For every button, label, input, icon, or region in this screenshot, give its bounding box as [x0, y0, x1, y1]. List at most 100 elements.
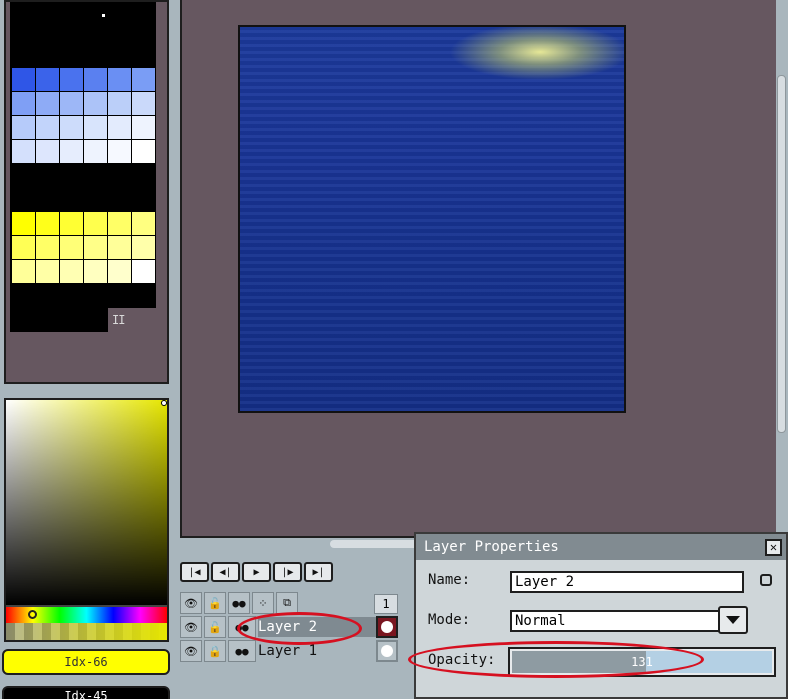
last-frame-button[interactable]: ▶|: [304, 562, 333, 582]
palette-selection-dot: [102, 14, 105, 17]
lock-icon[interactable]: 🔒: [204, 640, 226, 662]
play-button[interactable]: ▶: [242, 562, 271, 582]
palette-swatch[interactable]: [60, 140, 83, 163]
palette-swatch[interactable]: [132, 212, 155, 235]
palette-swatch[interactable]: [108, 260, 131, 283]
hue-slider-handle[interactable]: [28, 610, 37, 619]
first-frame-icon: |◀: [188, 566, 201, 578]
saturation-value-marker[interactable]: [161, 400, 167, 406]
palette-swatch[interactable]: [84, 68, 107, 91]
name-option-toggle[interactable]: [760, 574, 772, 586]
palette-swatch[interactable]: [36, 92, 59, 115]
blend-mode-select[interactable]: Normal: [510, 610, 720, 632]
palette-swatch[interactable]: [36, 236, 59, 259]
palette-swatch[interactable]: [132, 236, 155, 259]
visibility-all-icon[interactable]: 👁: [180, 592, 202, 614]
palette-swatch[interactable]: [84, 236, 107, 259]
layer-row[interactable]: 👁 🔒 ●● Layer 1: [178, 640, 414, 662]
palette-swatch[interactable]: [36, 212, 59, 235]
palette-swatch[interactable]: [36, 260, 59, 283]
palette-swatch[interactable]: [12, 236, 35, 259]
onion-skin-toggle-icon[interactable]: ●●: [228, 640, 256, 662]
palette-yellow-ramp: [12, 212, 155, 283]
palette-scroll-marker: II: [112, 313, 125, 327]
palette-swatch[interactable]: [108, 212, 131, 235]
horizontal-scrollbar-thumb[interactable]: [330, 540, 420, 548]
palette-swatch[interactable]: [132, 140, 155, 163]
cel-dot-icon: [381, 645, 393, 657]
layer-properties-dialog: Layer Properties ✕ Name: Layer 2 Mode: N…: [414, 532, 788, 699]
palette-swatch[interactable]: [132, 92, 155, 115]
palette-swatch[interactable]: [108, 140, 131, 163]
palette-swatch[interactable]: [132, 260, 155, 283]
frame-number[interactable]: 1: [374, 594, 398, 614]
palette-swatch[interactable]: [84, 92, 107, 115]
palette-swatch[interactable]: [36, 116, 59, 139]
palette-swatch[interactable]: [36, 68, 59, 91]
palette-swatch[interactable]: [60, 236, 83, 259]
opacity-slider[interactable]: 131: [508, 647, 776, 677]
onion-skin-toggle-icon[interactable]: ●●: [228, 616, 256, 638]
palette-swatch[interactable]: [12, 68, 35, 91]
vertical-scrollbar-thumb[interactable]: [777, 75, 786, 433]
dialog-title[interactable]: Layer Properties: [416, 534, 786, 560]
eye-icon[interactable]: 👁: [180, 640, 202, 662]
layer-panel: 👁 🔓 ●● ⁘ ⧉ 1 👁 🔓 ●● Layer 2 👁 🔒 ●● Layer…: [178, 590, 414, 699]
chevron-down-icon: [726, 616, 740, 624]
cel-dot-icon: [381, 621, 393, 633]
palette-swatch[interactable]: [12, 92, 35, 115]
palette-swatch[interactable]: [84, 212, 107, 235]
onion-skin-icon[interactable]: ●●: [228, 592, 250, 614]
layer-name-input[interactable]: Layer 2: [510, 571, 744, 593]
alpha-slider-gradient: [6, 623, 167, 640]
layer-cel-selected[interactable]: [376, 616, 398, 638]
palette-swatch[interactable]: [108, 92, 131, 115]
palette-swatch[interactable]: [60, 212, 83, 235]
unlock-all-icon[interactable]: 🔓: [204, 592, 226, 614]
next-frame-button[interactable]: |▶: [273, 562, 302, 582]
background-color-index[interactable]: Idx-45: [2, 686, 170, 699]
next-frame-icon: |▶: [281, 566, 294, 578]
drawing-canvas[interactable]: [238, 25, 626, 413]
layer-cel[interactable]: [376, 640, 398, 662]
palette-panel: II: [4, 0, 169, 384]
palette-swatch[interactable]: [60, 116, 83, 139]
animation-transport: |◀ ◀| ▶ |▶ ▶|: [180, 562, 333, 582]
palette-swatch[interactable]: [12, 140, 35, 163]
palette-swatch[interactable]: [84, 260, 107, 283]
palette-swatch[interactable]: [84, 116, 107, 139]
prev-frame-icon: ◀|: [219, 566, 232, 578]
close-icon: ✕: [769, 540, 778, 554]
layer-name[interactable]: Layer 2: [258, 617, 376, 637]
opacity-value: 131: [631, 655, 653, 669]
layer-name[interactable]: Layer 1: [258, 641, 376, 661]
palette-swatch[interactable]: [108, 236, 131, 259]
palette-swatch[interactable]: [132, 116, 155, 139]
palette-swatch[interactable]: [60, 92, 83, 115]
blend-mode-dropdown-button[interactable]: [718, 606, 748, 634]
palette-swatch[interactable]: [84, 140, 107, 163]
play-icon: ▶: [253, 566, 260, 578]
close-button[interactable]: ✕: [765, 539, 782, 556]
palette-swatch[interactable]: [12, 212, 35, 235]
layer-row[interactable]: 👁 🔓 ●● Layer 2: [178, 616, 414, 638]
mode-label: Mode:: [428, 612, 471, 628]
foreground-color-index[interactable]: Idx-66: [2, 649, 170, 675]
eye-icon[interactable]: 👁: [180, 616, 202, 638]
palette-swatch[interactable]: [132, 68, 155, 91]
saturation-value-area[interactable]: [6, 400, 167, 605]
first-frame-button[interactable]: |◀: [180, 562, 209, 582]
palette-swatch[interactable]: [108, 116, 131, 139]
unlock-icon[interactable]: 🔓: [204, 616, 226, 638]
prev-frame-button[interactable]: ◀|: [211, 562, 240, 582]
palette-swatch[interactable]: [12, 260, 35, 283]
palette-swatch[interactable]: [60, 68, 83, 91]
palette-swatch[interactable]: [36, 140, 59, 163]
link-layers-icon[interactable]: ⁘: [252, 592, 274, 614]
palette-swatch[interactable]: [108, 68, 131, 91]
palette-empty-area-lower[interactable]: [10, 308, 108, 332]
palette-swatch[interactable]: [12, 116, 35, 139]
opacity-label: Opacity:: [428, 652, 496, 668]
layer-frame-icon[interactable]: ⧉: [276, 592, 298, 614]
palette-swatch[interactable]: [60, 260, 83, 283]
